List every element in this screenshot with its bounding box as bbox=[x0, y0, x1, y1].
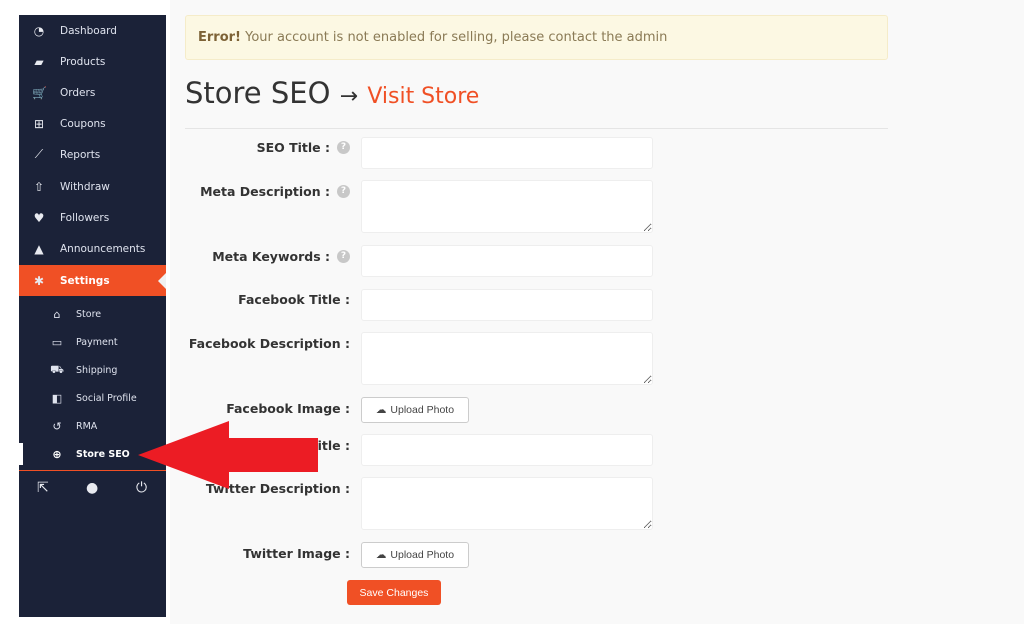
red-arrow-shape bbox=[138, 421, 318, 489]
annotation-arrow bbox=[138, 421, 318, 489]
